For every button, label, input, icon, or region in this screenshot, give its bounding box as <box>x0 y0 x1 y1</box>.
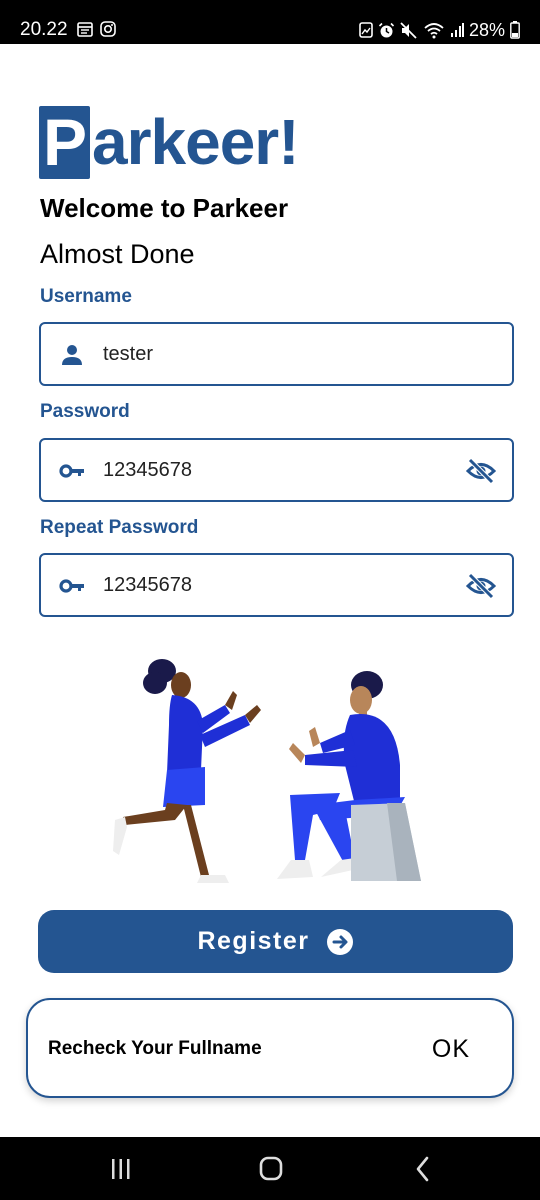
battery-icon <box>510 21 520 39</box>
wifi-icon <box>424 22 444 38</box>
repeat-password-field[interactable]: 12345678 <box>39 553 514 617</box>
instagram-icon <box>100 21 116 37</box>
arrow-right-circle-icon <box>326 928 353 955</box>
signal-icon <box>450 23 464 37</box>
username-value: tester <box>103 343 154 365</box>
repeat-password-value: 12345678 <box>103 574 192 596</box>
eye-off-icon[interactable] <box>466 457 496 485</box>
parkeer-logo: P arkeer! <box>39 104 329 180</box>
register-button[interactable]: Register <box>38 910 513 973</box>
person-icon <box>62 345 82 365</box>
mute-icon <box>400 21 417 39</box>
status-right-icons: 28% <box>359 19 520 41</box>
calendar-icon <box>77 22 93 37</box>
username-field[interactable]: tester <box>39 322 514 386</box>
password-label: Password <box>40 401 130 422</box>
password-value: 12345678 <box>103 459 192 481</box>
back-icon[interactable] <box>408 1155 438 1183</box>
battery-percent: 28% <box>468 20 505 40</box>
logo-letter-p: P <box>43 105 87 179</box>
snackbar-message: Recheck Your Fullname <box>48 1038 262 1059</box>
repeat-password-label: Repeat Password <box>40 517 199 538</box>
photo-icon <box>359 22 373 38</box>
username-label: Username <box>40 286 132 307</box>
people-talking-illustration <box>113 659 421 883</box>
snackbar-ok-button[interactable]: OK <box>432 1034 470 1064</box>
register-label: Register <box>197 927 310 955</box>
alarm-icon <box>378 22 395 37</box>
key-icon <box>59 464 84 478</box>
status-bar: 20.22 28% <box>0 0 540 44</box>
password-field[interactable]: 12345678 <box>39 438 514 502</box>
key-icon <box>59 579 84 593</box>
logo-text: arkeer! <box>92 106 299 178</box>
welcome-heading: Welcome to Parkeer <box>40 193 289 223</box>
snackbar: Recheck Your Fullname OK <box>26 998 514 1098</box>
status-time: 20.22 <box>20 19 68 40</box>
recent-apps-icon[interactable] <box>106 1155 136 1183</box>
almost-done-subtitle: Almost Done <box>40 239 195 269</box>
navigation-bar <box>0 1137 540 1200</box>
home-icon[interactable] <box>256 1155 286 1183</box>
eye-off-icon[interactable] <box>466 572 496 600</box>
